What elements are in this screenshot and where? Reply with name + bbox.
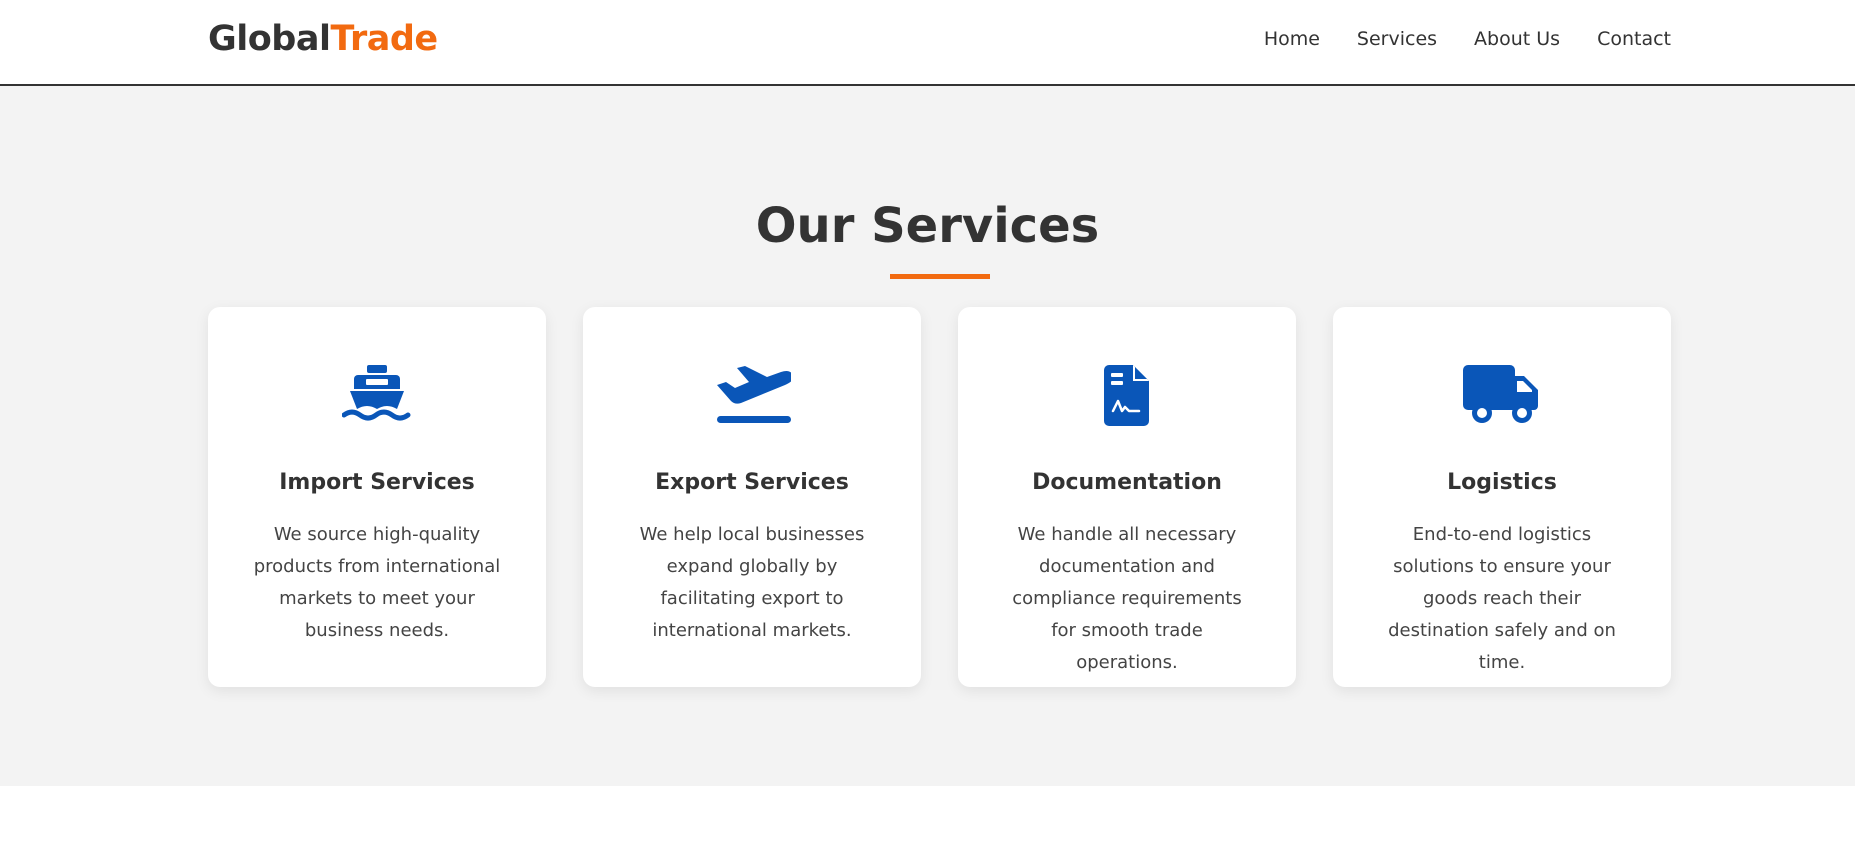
- nav-link-services[interactable]: Services: [1357, 25, 1437, 53]
- service-card-import: Import Services We source high-quality p…: [208, 307, 546, 687]
- service-card-text: We help local businesses expand globally…: [639, 524, 865, 641]
- service-card-text: End-to-end logistics solutions to ensure…: [1388, 524, 1616, 673]
- service-card-text: We source high-quality products from int…: [253, 524, 501, 641]
- main-nav: Home Services About Us Contact: [1264, 25, 1671, 53]
- nav-link-home[interactable]: Home: [1264, 25, 1320, 53]
- brand-logo[interactable]: GlobalTrade: [208, 18, 438, 60]
- nav-link-about[interactable]: About Us: [1474, 25, 1560, 53]
- services-section: Our Services Import Services We source h…: [0, 86, 1855, 786]
- section-title: Our Services: [755, 198, 1100, 254]
- site-header: GlobalTrade Home Services About Us Conta…: [0, 0, 1855, 86]
- brand-name-part1: Global: [208, 19, 331, 59]
- brand-name-part2: Trade: [330, 19, 438, 59]
- file-contract-icon: [958, 363, 1296, 427]
- service-card-title: Logistics: [1447, 470, 1557, 495]
- nav-link-contact[interactable]: Contact: [1597, 25, 1671, 53]
- ship-icon: [208, 363, 546, 427]
- service-card-title: Import Services: [279, 470, 475, 495]
- service-card-logistics: Logistics End-to-end logistics solutions…: [1333, 307, 1671, 687]
- title-underline: [890, 274, 990, 279]
- truck-icon: [1333, 363, 1671, 427]
- service-card-documentation: Documentation We handle all necessary do…: [958, 307, 1296, 687]
- service-card-title: Export Services: [655, 470, 849, 495]
- service-card-export: Export Services We help local businesses…: [583, 307, 921, 687]
- service-card-text: We handle all necessary documentation an…: [1012, 524, 1242, 673]
- service-card-title: Documentation: [1032, 470, 1222, 495]
- plane-departure-icon: [583, 363, 921, 427]
